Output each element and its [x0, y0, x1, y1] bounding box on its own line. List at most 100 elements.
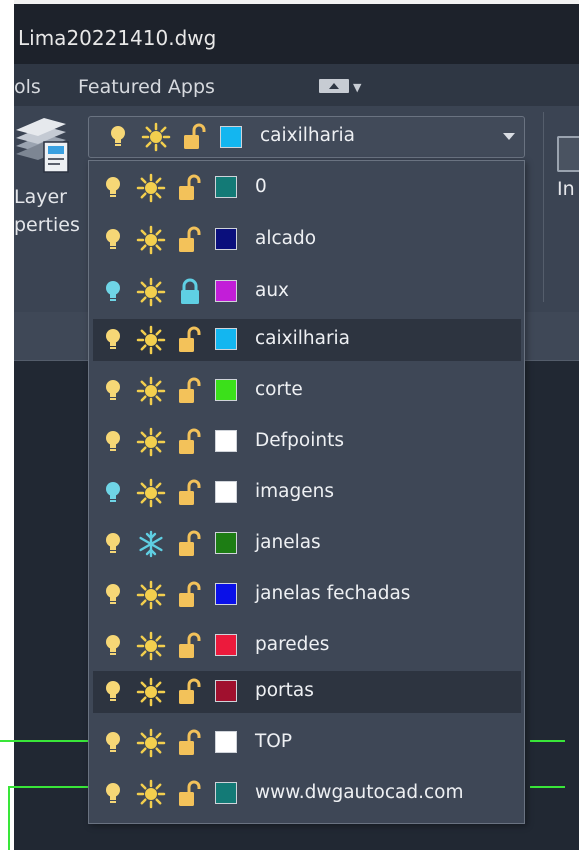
layer-name: janelas	[255, 532, 321, 553]
sun-thaw-icon[interactable]	[136, 376, 166, 406]
drawing-line	[530, 740, 565, 742]
layer-list-item[interactable]: janelas	[93, 523, 521, 565]
layer-name: www.dwgautocad.com	[255, 782, 464, 803]
layer-color-swatch[interactable]	[215, 430, 237, 452]
layer-color-swatch[interactable]	[215, 583, 237, 605]
ribbon-minimize-toggle[interactable]: ▼	[319, 79, 363, 95]
layer-color-swatch[interactable]	[215, 634, 237, 656]
sun-thaw-icon[interactable]	[136, 779, 166, 809]
layer-color-swatch[interactable]	[215, 228, 237, 250]
layer-properties-label-line1: Layer	[14, 186, 67, 208]
layer-list-item[interactable]: Defpoints	[93, 421, 521, 463]
layer-list-item[interactable]: alcado	[93, 219, 521, 261]
lightbulb-icon[interactable]	[101, 728, 131, 758]
layer-name: aux	[255, 280, 290, 301]
lightbulb-icon[interactable]	[101, 427, 131, 457]
title-bar: Lima20221410.dwg	[14, 4, 579, 64]
drawing-line	[8, 786, 92, 788]
layer-list-item[interactable]: TOP	[93, 722, 521, 764]
lightbulb-icon[interactable]	[101, 580, 131, 610]
layer-name: corte	[255, 379, 303, 400]
layer-list-item[interactable]: corte	[93, 370, 521, 412]
lightbulb-icon[interactable]	[101, 779, 131, 809]
sun-thaw-icon[interactable]	[136, 427, 166, 457]
layer-name: alcado	[255, 228, 317, 249]
layer-name: imagens	[255, 481, 334, 502]
ribbon-panel-divider	[543, 112, 544, 302]
lightbulb-icon[interactable]	[106, 122, 136, 152]
lightbulb-icon[interactable]	[101, 478, 131, 508]
lightbulb-icon[interactable]	[101, 376, 131, 406]
lightbulb-icon[interactable]	[101, 173, 131, 203]
layer-list-item[interactable]: janelas fechadas	[93, 574, 521, 616]
layer-color-swatch[interactable]	[215, 532, 237, 554]
sun-thaw-icon[interactable]	[136, 580, 166, 610]
drawing-line	[530, 786, 565, 788]
tab-tools[interactable]: ols	[14, 76, 41, 98]
unlocked-padlock-icon[interactable]	[175, 631, 205, 661]
unlocked-padlock-icon[interactable]	[175, 427, 205, 457]
unlocked-padlock-icon[interactable]	[175, 225, 205, 255]
layer-list-item[interactable]: portas	[93, 671, 521, 713]
unlocked-padlock-icon[interactable]	[175, 325, 205, 355]
unlocked-padlock-icon[interactable]	[180, 122, 210, 152]
lightbulb-icon[interactable]	[101, 529, 131, 559]
layer-color-swatch[interactable]	[215, 328, 237, 350]
unlocked-padlock-icon[interactable]	[175, 478, 205, 508]
layer-list-item[interactable]: aux	[93, 271, 521, 313]
lightbulb-icon[interactable]	[101, 325, 131, 355]
layer-color-swatch[interactable]	[215, 782, 237, 804]
sun-thaw-icon[interactable]	[136, 277, 166, 307]
insert-block-icon[interactable]	[557, 136, 579, 172]
unlocked-padlock-icon[interactable]	[175, 529, 205, 559]
unlocked-padlock-icon[interactable]	[175, 173, 205, 203]
insert-button-label: In	[557, 178, 575, 200]
layer-combo-box[interactable]: caixilharia	[88, 116, 525, 158]
chevron-down-icon[interactable]	[503, 133, 515, 140]
snowflake-freeze-icon[interactable]	[136, 529, 166, 559]
unlocked-padlock-icon[interactable]	[175, 728, 205, 758]
layer-color-swatch[interactable]	[215, 379, 237, 401]
lightbulb-icon[interactable]	[101, 631, 131, 661]
layer-list-item[interactable]: caixilharia	[93, 319, 521, 361]
ribbon-tab-bar: ols Featured Apps ▼	[14, 64, 579, 106]
lightbulb-icon[interactable]	[101, 277, 131, 307]
layer-color-swatch[interactable]	[215, 731, 237, 753]
layer-color-swatch[interactable]	[215, 680, 237, 702]
sun-thaw-icon[interactable]	[141, 122, 171, 152]
layer-list-item[interactable]: www.dwgautocad.com	[93, 773, 521, 815]
layer-color-swatch[interactable]	[220, 126, 242, 148]
layer-color-swatch[interactable]	[215, 481, 237, 503]
sun-thaw-icon[interactable]	[136, 728, 166, 758]
unlocked-padlock-icon[interactable]	[175, 580, 205, 610]
unlocked-padlock-icon[interactable]	[175, 677, 205, 707]
layer-name: Defpoints	[255, 430, 344, 451]
layer-list-item[interactable]: imagens	[93, 472, 521, 514]
unlocked-padlock-icon[interactable]	[175, 779, 205, 809]
layer-list-item[interactable]: paredes	[93, 625, 521, 667]
lightbulb-icon[interactable]	[101, 677, 131, 707]
sun-thaw-icon[interactable]	[136, 225, 166, 255]
layer-name: 0	[255, 176, 267, 197]
layer-name: paredes	[255, 634, 330, 655]
layer-color-swatch[interactable]	[215, 280, 237, 302]
layer-color-swatch[interactable]	[215, 176, 237, 198]
layer-name: portas	[255, 680, 314, 701]
layer-properties-icon	[14, 116, 74, 188]
sun-thaw-icon[interactable]	[136, 631, 166, 661]
sun-thaw-icon[interactable]	[136, 173, 166, 203]
layer-combo-current: caixilharia	[98, 122, 518, 152]
locked-padlock-icon[interactable]	[175, 277, 205, 307]
lightbulb-icon[interactable]	[101, 225, 131, 255]
screenshot-root: Lima20221410.dwg ols Featured Apps ▼ Lay…	[0, 0, 579, 850]
layer-list-item[interactable]: 0	[93, 167, 521, 209]
tab-featured-apps[interactable]: Featured Apps	[78, 76, 215, 98]
layer-dropdown-list: 0 alcado aux caixilharia corte Defpoints image…	[88, 160, 525, 824]
unlocked-padlock-icon[interactable]	[175, 376, 205, 406]
current-layer-name: caixilharia	[260, 125, 356, 146]
sun-thaw-icon[interactable]	[136, 325, 166, 355]
minimize-ribbon-icon	[319, 79, 349, 93]
sun-thaw-icon[interactable]	[136, 478, 166, 508]
drawing-line	[8, 786, 10, 850]
sun-thaw-icon[interactable]	[136, 677, 166, 707]
